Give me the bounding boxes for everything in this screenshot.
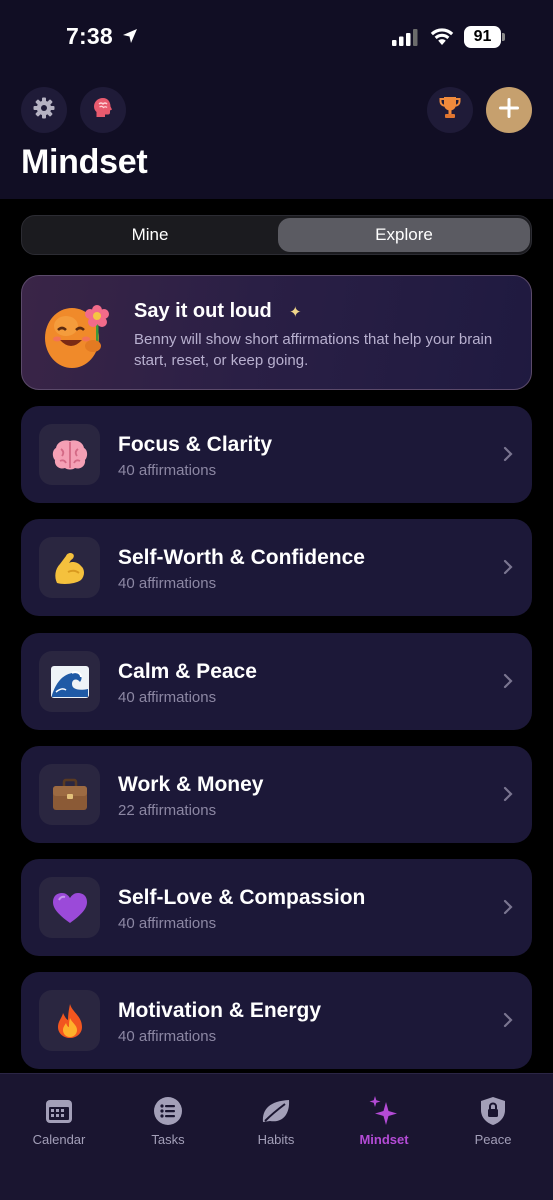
chevron-right-icon — [503, 673, 513, 694]
category-title: Motivation & Energy — [118, 999, 322, 1022]
fire-emoji-icon — [39, 990, 100, 1051]
flexed-biceps-emoji-icon — [39, 537, 100, 598]
category-count: 40 affirmations — [118, 1028, 217, 1045]
category-title: Focus & Clarity — [118, 433, 273, 456]
location-arrow-icon — [121, 27, 139, 50]
chevron-right-icon — [503, 786, 513, 807]
leaf-icon — [231, 1094, 321, 1128]
status-bar: 7:38 91 — [0, 0, 553, 74]
segment-mine[interactable]: Mine — [24, 218, 276, 252]
header: 7:38 91 Mindset — [0, 0, 553, 199]
wifi-icon — [429, 26, 455, 51]
chevron-right-icon — [503, 446, 513, 467]
sparkles-icon — [339, 1094, 429, 1128]
sparkle-icon: ✦ — [289, 304, 302, 321]
mindset-screen: 7:38 91 Mindset Mine Explore Say it out … — [0, 0, 553, 1200]
segment-explore[interactable]: Explore — [278, 218, 530, 252]
tab-label: Peace — [474, 1132, 512, 1147]
say-it-out-loud-card[interactable]: Say it out loud ✦ Benny will show short … — [21, 275, 532, 390]
add-button[interactable] — [486, 87, 532, 133]
trophy-icon — [438, 95, 462, 126]
brain-profile-button[interactable] — [80, 87, 126, 133]
category-work-money[interactable]: Work & Money 22 affirmations — [21, 746, 532, 843]
tab-mindset[interactable]: Mindset — [339, 1094, 429, 1147]
category-count: 40 affirmations — [118, 689, 217, 706]
water-wave-emoji-icon — [39, 651, 100, 712]
battery-nub — [502, 33, 505, 41]
category-self-love-compassion[interactable]: Self-Love & Compassion 40 affirmations — [21, 859, 532, 956]
briefcase-emoji-icon — [39, 764, 100, 825]
tab-label: Tasks — [151, 1132, 185, 1147]
cellular-signal-icon — [392, 29, 420, 51]
category-title: Self-Love & Compassion — [118, 886, 366, 909]
chevron-right-icon — [503, 559, 513, 580]
category-count: 22 affirmations — [118, 802, 217, 819]
battery-indicator: 91 — [464, 26, 501, 48]
category-focus-clarity[interactable]: Focus & Clarity 40 affirmations — [21, 406, 532, 503]
brain-head-icon — [90, 95, 116, 126]
promo-description: Benny will show short affirmations that … — [134, 331, 493, 369]
tab-tasks[interactable]: Tasks — [123, 1094, 213, 1147]
tab-calendar[interactable]: Calendar — [14, 1094, 104, 1147]
category-title: Self-Worth & Confidence — [118, 546, 365, 569]
tab-label: Calendar — [32, 1132, 86, 1147]
plus-icon — [498, 97, 520, 124]
tab-label: Habits — [257, 1132, 295, 1147]
achievements-button[interactable] — [427, 87, 473, 133]
bottom-tab-bar: Calendar Tasks Habits Mindset Peace — [0, 1073, 553, 1200]
status-time: 7:38 — [66, 23, 113, 49]
category-title: Calm & Peace — [118, 660, 257, 683]
shield-lock-icon — [448, 1094, 538, 1128]
category-self-worth-confidence[interactable]: Self-Worth & Confidence 40 affirmations — [21, 519, 532, 616]
chevron-right-icon — [503, 1012, 513, 1033]
category-calm-peace[interactable]: Calm & Peace 40 affirmations — [21, 633, 532, 730]
tab-peace[interactable]: Peace — [448, 1094, 538, 1147]
promo-title: Say it out loud — [134, 300, 272, 322]
purple-heart-emoji-icon — [39, 877, 100, 938]
calendar-icon — [14, 1094, 104, 1128]
category-count: 40 affirmations — [118, 462, 217, 479]
tab-habits[interactable]: Habits — [231, 1094, 321, 1147]
category-motivation-energy[interactable]: Motivation & Energy 40 affirmations — [21, 972, 532, 1069]
tab-label: Mindset — [359, 1132, 409, 1147]
gear-icon — [32, 96, 56, 125]
mine-explore-segmented-control: Mine Explore — [21, 215, 532, 255]
benny-mascot-icon — [38, 294, 118, 379]
category-count: 40 affirmations — [118, 575, 217, 592]
brain-emoji-icon — [39, 424, 100, 485]
list-icon — [123, 1094, 213, 1128]
category-title: Work & Money — [118, 773, 264, 796]
page-title: Mindset — [21, 143, 148, 181]
category-count: 40 affirmations — [118, 915, 217, 932]
chevron-right-icon — [503, 899, 513, 920]
settings-button[interactable] — [21, 87, 67, 133]
